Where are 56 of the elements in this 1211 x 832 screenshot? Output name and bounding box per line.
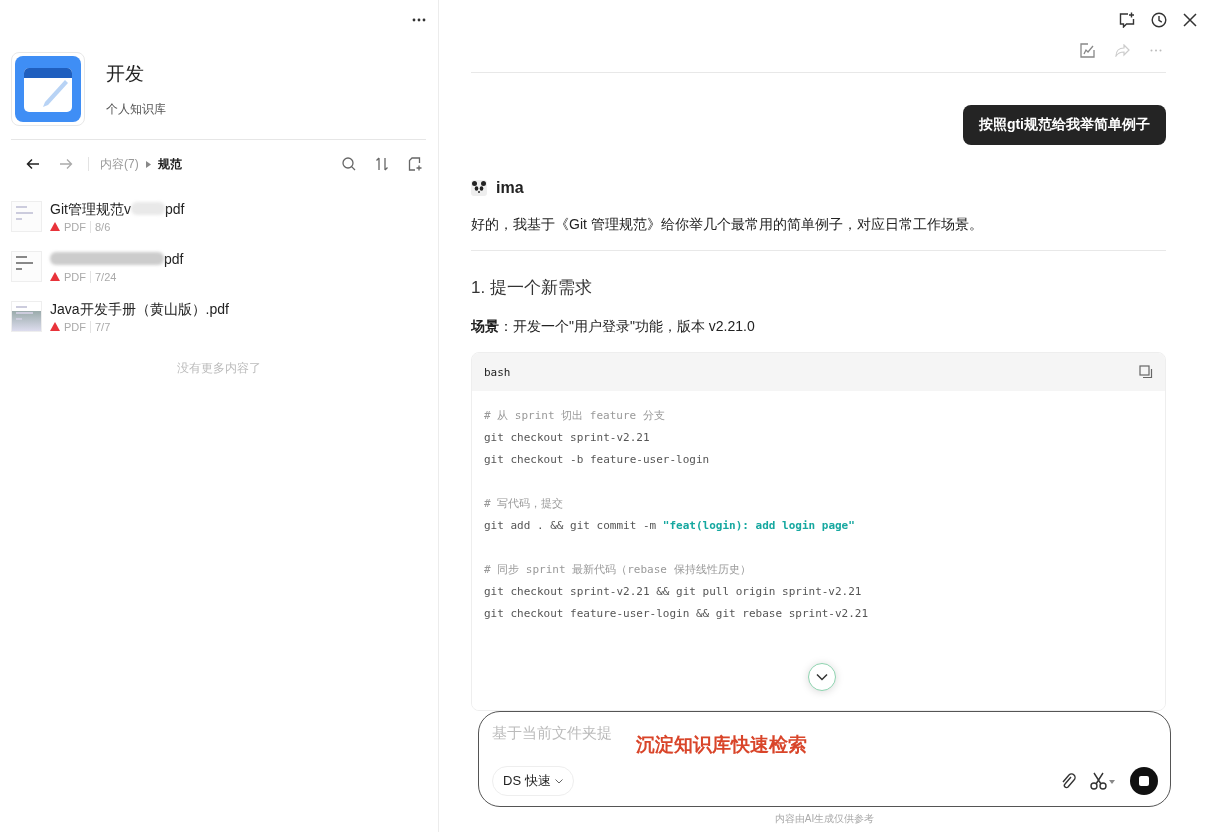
back-arrow-icon[interactable] xyxy=(26,157,40,171)
code-comment: # 同步 sprint 最新代码（rebase 保持线性历史） xyxy=(484,563,751,576)
chat-input[interactable]: 基于当前文件夹提 DS 快速 沉淀知识库快速检索 xyxy=(478,711,1171,807)
answer-heading: 1. 提一个新需求 xyxy=(471,277,593,299)
file-type: PDF xyxy=(64,320,86,333)
code-line: git checkout -b feature-user-login xyxy=(484,453,710,466)
disclaimer-text: 内容由AI生成仅供参考 xyxy=(773,812,876,826)
notebook-icon xyxy=(11,52,85,126)
pdf-icon xyxy=(50,272,60,281)
sort-icon[interactable] xyxy=(375,157,389,171)
code-line: git checkout sprint-v2.21 && git pull origin sprint-v2.21 xyxy=(484,585,862,598)
assistant-name: ima xyxy=(496,179,524,197)
user-message: 按照gti规范给我举简单例子 xyxy=(962,105,1166,145)
new-chat-icon[interactable] xyxy=(1119,12,1135,28)
file-type: PDF xyxy=(64,220,86,233)
library-subtitle: 个人知识库 xyxy=(106,100,166,118)
code-line: git checkout sprint-v2.21 xyxy=(484,431,650,444)
chevron-down-icon xyxy=(554,778,563,784)
caret-icon xyxy=(145,160,151,168)
scroll-down-button[interactable] xyxy=(808,663,836,691)
stop-button[interactable] xyxy=(1130,767,1158,795)
model-selector[interactable]: DS 快速 xyxy=(492,766,574,796)
file-date: 7/24 xyxy=(90,270,117,283)
file-date: 8/6 xyxy=(90,220,111,233)
code-comment: # 从 sprint 切出 feature 分支 xyxy=(484,409,665,422)
panda-icon xyxy=(471,180,487,196)
end-of-list-text: 没有更多内容了 xyxy=(175,360,262,377)
copy-icon[interactable] xyxy=(1139,365,1153,379)
scene-paragraph: 场景：开发一个"用户登录"功能，版本 v2.21.0 xyxy=(471,317,756,336)
file-name[interactable]: Git管理规范v pdf xyxy=(50,200,185,217)
add-folder-icon[interactable] xyxy=(408,157,422,171)
more-icon[interactable] xyxy=(412,18,426,22)
code-language: bash xyxy=(484,365,511,379)
search-icon[interactable] xyxy=(342,157,356,171)
paperclip-icon[interactable] xyxy=(1060,772,1076,790)
code-line: git checkout feature-user-login && git rebase sprint-v2.21 xyxy=(484,607,869,620)
history-icon[interactable] xyxy=(1151,12,1167,28)
document-thumbnail xyxy=(11,300,42,332)
pdf-icon xyxy=(50,322,60,331)
library-title: 开发 xyxy=(106,61,145,86)
edit-icon[interactable] xyxy=(1080,42,1095,58)
pdf-icon xyxy=(50,222,60,231)
document-thumbnail xyxy=(11,250,42,282)
answer-paragraph: 好的，我基于《Git 管理规范》给你举几个最常用的简单例子，对应日常工作场景。 xyxy=(471,215,984,234)
document-thumbnail xyxy=(11,200,42,232)
breadcrumb-current: 规范 xyxy=(157,155,182,173)
close-icon[interactable] xyxy=(1183,13,1197,27)
code-line: git add . && git commit -m "feat(login): add login page" xyxy=(484,519,855,532)
annotation-text: 沉淀知识库快速检索 xyxy=(636,733,807,757)
file-type: PDF xyxy=(64,270,86,283)
file-date: 7/7 xyxy=(90,320,111,333)
chevron-down-icon xyxy=(816,673,828,681)
scissors-icon[interactable] xyxy=(1090,772,1116,790)
file-name[interactable]: Java开发手册（黄山版）.pdf xyxy=(50,300,229,317)
file-name[interactable]: pdf xyxy=(50,250,184,267)
code-comment: # 写代码，提交 xyxy=(484,497,564,510)
